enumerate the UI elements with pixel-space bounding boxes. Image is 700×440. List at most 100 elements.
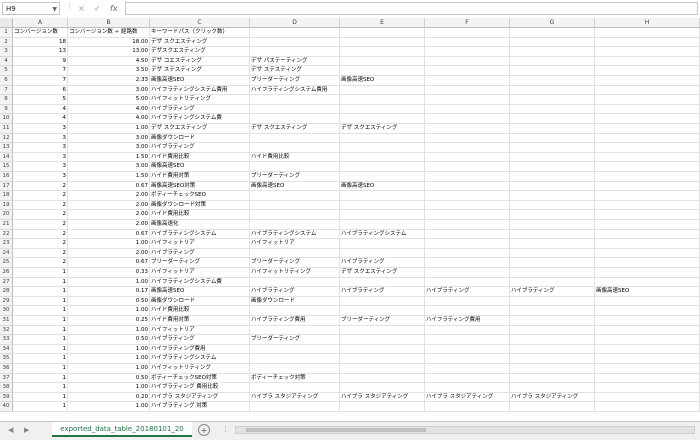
keyword-cell[interactable] [425, 152, 510, 163]
ratio-cell[interactable]: 2.00 [68, 191, 150, 201]
keyword-cell[interactable] [425, 95, 510, 105]
keyword-cell[interactable] [510, 344, 595, 355]
keyword-cell[interactable] [510, 191, 595, 201]
column-header-f[interactable]: F [425, 18, 510, 28]
keyword-cell[interactable] [250, 306, 340, 316]
keyword-cell[interactable] [595, 162, 700, 172]
row-header[interactable]: 20 [0, 210, 13, 220]
row-header[interactable]: 33 [0, 335, 13, 345]
keyword-cell[interactable] [250, 248, 340, 259]
keyword-cell[interactable] [425, 104, 510, 115]
keyword-cell[interactable]: ハイブラティング [340, 258, 425, 268]
ratio-cell[interactable]: 3.00 [68, 143, 150, 153]
conversions-cell[interactable]: 1 [13, 402, 68, 412]
keyword-cell[interactable] [510, 316, 595, 326]
keyword-cell[interactable] [510, 114, 595, 124]
next-sheet-icon[interactable]: ▶ [24, 426, 29, 434]
row-header[interactable]: 29 [0, 296, 13, 307]
keyword-cell[interactable]: ハイド費用対策 [150, 172, 250, 182]
keyword-cell[interactable] [250, 200, 340, 211]
keyword-cell[interactable] [510, 373, 595, 384]
keyword-cell[interactable]: ハイブラティング費用 [250, 316, 340, 326]
ratio-cell[interactable]: 2.33 [68, 76, 150, 86]
column-header-d[interactable]: D [250, 18, 340, 28]
row-header[interactable]: 30 [0, 306, 13, 316]
row-header[interactable]: 4 [0, 56, 13, 67]
keyword-cell[interactable] [340, 239, 425, 249]
keyword-cell[interactable] [595, 344, 700, 355]
row-header[interactable]: 8 [0, 95, 13, 105]
ratio-cell[interactable]: 0.67 [68, 181, 150, 192]
keyword-cell[interactable] [250, 344, 340, 355]
row-header[interactable]: 37 [0, 373, 13, 384]
keyword-cell[interactable]: ハイフラティングシステム費用 [150, 85, 250, 96]
keyword-cell[interactable] [425, 296, 510, 307]
conversions-cell[interactable]: 2 [13, 220, 68, 230]
keyword-cell[interactable] [425, 344, 510, 355]
keyword-cell[interactable] [510, 181, 595, 192]
keyword-cell[interactable] [425, 37, 510, 48]
keyword-cell[interactable]: ボディーチェックSEO [150, 191, 250, 201]
ratio-cell[interactable]: 1.00 [68, 344, 150, 355]
keyword-cell[interactable]: ハイブラティング [150, 335, 250, 345]
keyword-cell[interactable] [250, 277, 340, 288]
row-header[interactable]: 28 [0, 287, 13, 297]
keyword-cell[interactable] [340, 210, 425, 220]
keyword-cell[interactable]: デザ スクエスティング [340, 124, 425, 134]
keyword-cell[interactable]: ハイブラティング [150, 104, 250, 115]
keyword-cell[interactable] [250, 47, 340, 57]
ratio-cell[interactable]: 0.25 [68, 316, 150, 326]
ratio-cell[interactable]: 2.00 [68, 248, 150, 259]
keyword-cell[interactable] [250, 95, 340, 105]
keyword-cell[interactable] [340, 104, 425, 115]
keyword-cell[interactable] [425, 220, 510, 230]
ratio-cell[interactable]: 3.00 [68, 85, 150, 96]
keyword-cell[interactable] [510, 277, 595, 288]
formula-input[interactable] [125, 2, 698, 15]
row-header[interactable]: 16 [0, 172, 13, 182]
keyword-cell[interactable]: 画像ダウンロード [250, 296, 340, 307]
conversions-cell[interactable]: 1 [13, 354, 68, 364]
conversions-cell[interactable]: 1 [13, 306, 68, 316]
ratio-cell[interactable]: 1.50 [68, 172, 150, 182]
keyword-cell[interactable]: ハイブラティング 費用比較 [150, 383, 250, 393]
keyword-cell[interactable]: ブリーダーティング [150, 258, 250, 268]
row-header[interactable]: 5 [0, 66, 13, 76]
keyword-cell[interactable] [340, 325, 425, 336]
keyword-cell[interactable] [595, 248, 700, 259]
keyword-cell[interactable]: ブリーダーティング [250, 258, 340, 268]
scrollbar-thumb[interactable] [246, 428, 426, 432]
ratio-cell[interactable]: 0.50 [68, 296, 150, 307]
keyword-cell[interactable]: ハイフラティングシステム費 [150, 277, 250, 288]
keyword-cell[interactable] [340, 402, 425, 412]
row-header[interactable]: 26 [0, 268, 13, 278]
conversions-cell[interactable]: 4 [13, 114, 68, 124]
keyword-cell[interactable] [425, 200, 510, 211]
sheet-tab-active[interactable]: exported_data_table_20180101_20 [52, 422, 192, 437]
keyword-cell[interactable] [595, 114, 700, 124]
keyword-cell[interactable] [510, 76, 595, 86]
keyword-cell[interactable] [425, 354, 510, 364]
keyword-cell[interactable]: デザ スクエスティング [250, 124, 340, 134]
keyword-cell[interactable] [425, 210, 510, 220]
conversions-cell[interactable]: 2 [13, 248, 68, 259]
ratio-cell[interactable]: 0.33 [68, 268, 150, 278]
keyword-cell[interactable] [340, 152, 425, 163]
keyword-cell[interactable] [510, 402, 595, 412]
keyword-cell[interactable]: 画像ダウンロード [150, 296, 250, 307]
keyword-cell[interactable] [425, 162, 510, 172]
conversions-cell[interactable]: 1 [13, 373, 68, 384]
keyword-cell[interactable]: 画像高速SEO [150, 162, 250, 172]
keyword-cell[interactable] [510, 229, 595, 240]
keyword-cell[interactable]: ハイブラティングシステム [150, 229, 250, 240]
row-header[interactable]: 27 [0, 277, 13, 288]
row-header[interactable]: 14 [0, 152, 13, 163]
keyword-cell[interactable] [595, 66, 700, 76]
conversions-cell[interactable]: 5 [13, 95, 68, 105]
column-header-e[interactable]: E [340, 18, 425, 28]
keyword-cell[interactable] [510, 104, 595, 115]
conversions-cell[interactable]: 1 [13, 364, 68, 374]
keyword-cell[interactable] [425, 268, 510, 278]
conversions-cell[interactable]: 2 [13, 239, 68, 249]
keyword-cell[interactable]: デザ パステーティング [250, 56, 340, 67]
